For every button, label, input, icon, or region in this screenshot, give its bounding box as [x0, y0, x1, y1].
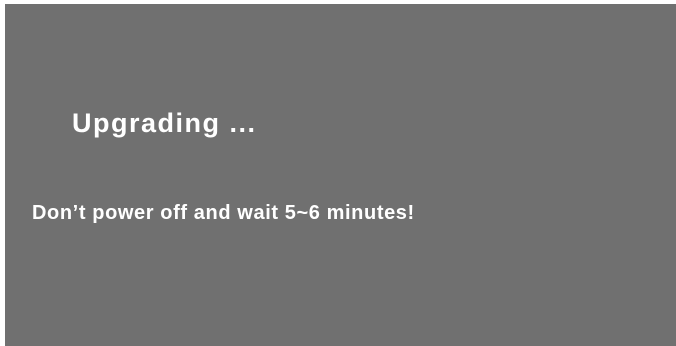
- power-warning-message: Don’t power off and wait 5~6 minutes!: [32, 202, 415, 224]
- upgrade-screen: Upgrading ... Don’t power off and wait 5…: [5, 4, 676, 346]
- upgrade-status-title: Upgrading ...: [72, 108, 257, 138]
